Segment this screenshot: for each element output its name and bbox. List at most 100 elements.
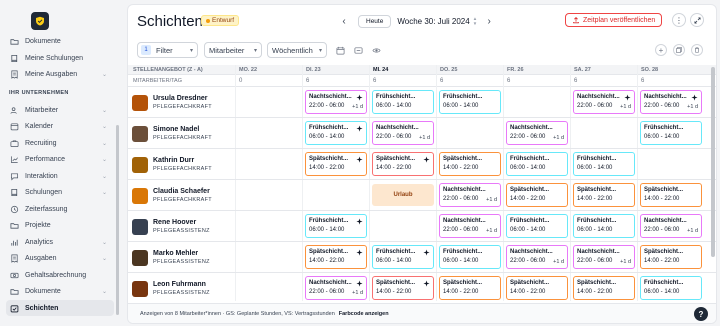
employee-cell[interactable]: Leon Fuhrmann PFLEGEASSISTENZ (132, 280, 210, 297)
sidebar-item-schichten[interactable]: Schichten (6, 300, 114, 316)
sidebar-item-mitarbeiter[interactable]: Mitarbeiter ⌄ (6, 102, 114, 118)
day-header[interactable]: DI. 23 (306, 67, 321, 73)
sidebar-item-gehaltsabrechnung[interactable]: Gehaltsabrechnung (6, 267, 114, 283)
employee-cell[interactable]: Ursula Dresdner PFLEGEFACHKRAFT (132, 94, 212, 111)
shift-card[interactable]: Spätschicht... 14:00 - 22:00 (640, 245, 702, 269)
sidebar-scrollbar[interactable] (116, 125, 119, 315)
shift-card[interactable]: Nachtschicht... 22:00 - 06:00 +1 d (506, 245, 568, 269)
employee-cell[interactable]: Claudia Schaefer PFLEGEFACHKRAFT (132, 187, 212, 204)
shift-card[interactable]: Nachtschicht... 22:00 - 06:00 +1 d (506, 121, 568, 145)
folder-icon (9, 221, 19, 231)
help-button[interactable]: ? (694, 307, 708, 321)
day-header[interactable]: FR. 26 (507, 67, 524, 73)
sidebar-item-ausgaben[interactable]: Ausgaben ⌄ (6, 251, 114, 267)
employee-dropdown[interactable]: Mitarbeiter ▾ (204, 42, 262, 58)
day-header[interactable]: DO. 25 (440, 67, 457, 73)
shift-card[interactable]: Frühschicht... 06:00 - 14:00 (305, 214, 367, 238)
sidebar-item-dokumente[interactable]: Dokumente (6, 33, 114, 49)
shift-card[interactable]: Spätschicht... 14:00 - 22:00 (305, 152, 367, 176)
shift-time: 14:00 - 22:00 (309, 165, 345, 171)
eye-icon[interactable] (369, 43, 383, 57)
shift-card[interactable]: Nachtschicht... 22:00 - 06:00 +1 d (439, 214, 501, 238)
employee-cell[interactable]: Marko Mehler PFLEGEASSISTENZ (132, 249, 210, 266)
shift-card[interactable]: Frühschicht... 06:00 - 14:00 (640, 276, 702, 300)
expand-icon[interactable] (690, 13, 704, 27)
period-dropdown[interactable]: Wöchentlich ▾ (267, 42, 327, 58)
trash-icon[interactable] (691, 44, 703, 56)
grid-scrollbar[interactable] (711, 67, 715, 257)
vacation-block[interactable]: Urlaub (372, 184, 434, 206)
sidebar-item-projekte[interactable]: Projekte (6, 218, 114, 234)
shift-card[interactable]: Spätschicht... 14:00 - 22:00 (506, 183, 568, 207)
shift-name: Spätschicht... (443, 156, 483, 162)
chevron-down-icon: ⌄ (102, 157, 108, 163)
day-header[interactable]: MO. 22 (239, 67, 257, 73)
shift-card[interactable]: Frühschicht... 06:00 - 14:00 (573, 214, 635, 238)
shift-time: 06:00 - 14:00 (309, 227, 345, 233)
chevron-down-icon: ▾ (253, 47, 257, 54)
calendar-view-icon[interactable] (333, 43, 347, 57)
shift-card[interactable]: Frühschicht... 06:00 - 14:00 (506, 152, 568, 176)
filter-button[interactable]: 1 Filter ▾ (137, 42, 198, 58)
sidebar-item-meine-ausgaben[interactable]: Meine Ausgaben ⌄ (6, 66, 114, 82)
sidebar-item-interaktion[interactable]: Interaktion ⌄ (6, 168, 114, 184)
shift-card[interactable]: Nachtschicht... 22:00 - 06:00 +1 d (305, 90, 367, 114)
shift-name: Nachtschicht... (309, 280, 352, 286)
chevron-left-icon[interactable]: ‹ (338, 14, 350, 28)
sidebar-item-recruiting[interactable]: Recruiting ⌄ (6, 135, 114, 151)
sidebar-item-zeiterfassung[interactable]: Zeiterfassung (6, 201, 114, 217)
shift-card[interactable]: Spätschicht... 14:00 - 22:00 (573, 276, 635, 300)
day-header[interactable]: MI. 24 (373, 67, 388, 73)
shift-card[interactable]: Spätschicht... 14:00 - 22:00 (372, 276, 434, 300)
shift-card[interactable]: Frühschicht... 06:00 - 14:00 (372, 90, 434, 114)
shift-name: Nachtschicht... (644, 94, 687, 100)
shift-card[interactable]: Frühschicht... 06:00 - 14:00 (439, 90, 501, 114)
shift-card[interactable]: Frühschicht... 06:00 - 14:00 (573, 152, 635, 176)
employee-cell[interactable]: Rene Hoover PFLEGEASSISTENZ (132, 218, 210, 235)
shift-card[interactable]: Spätschicht... 14:00 - 22:00 (506, 276, 568, 300)
shift-card[interactable]: Nachtschicht... 22:00 - 06:00 +1 d (573, 90, 635, 114)
sort-label[interactable]: STELLENANGEBOT (Z - A) (133, 67, 203, 73)
more-options-icon[interactable]: ⋮ (672, 13, 686, 27)
shift-card[interactable]: Nachtschicht... 22:00 - 06:00 +1 d (439, 183, 501, 207)
shift-card[interactable]: Frühschicht... 06:00 - 14:00 (640, 121, 702, 145)
day-header[interactable]: SO. 28 (641, 67, 658, 73)
color-code-link[interactable]: Farbcode anzeigen (339, 311, 389, 317)
shift-card[interactable]: Nachtschicht... 22:00 - 06:00 +1 d (305, 276, 367, 300)
shift-card[interactable]: Spätschicht... 14:00 - 22:00 (640, 183, 702, 207)
shift-card[interactable]: Frühschicht... 06:00 - 14:00 (305, 121, 367, 145)
sidebar-item-meine-schulungen[interactable]: Meine Schulungen (6, 50, 114, 66)
employee-cell[interactable]: Kathrin Durr PFLEGEFACHKRAFT (132, 156, 212, 173)
template-icon[interactable] (351, 43, 365, 57)
shift-card[interactable]: Spätschicht... 14:00 - 22:00 (372, 152, 434, 176)
app-logo[interactable] (31, 12, 49, 30)
add-icon[interactable]: + (655, 44, 667, 56)
chevron-right-icon[interactable]: › (483, 14, 495, 28)
sidebar-item-kalender[interactable]: Kalender ⌄ (6, 119, 114, 135)
shift-card[interactable]: Frühschicht... 06:00 - 14:00 (372, 245, 434, 269)
sidebar-item-analytics[interactable]: Analytics ⌄ (6, 234, 114, 250)
shift-card[interactable]: Spätschicht... 14:00 - 22:00 (573, 183, 635, 207)
sidebar-item-schulungen[interactable]: Schulungen ⌄ (6, 185, 114, 201)
shift-card[interactable]: Spätschicht... 14:00 - 22:00 (439, 276, 501, 300)
day-header[interactable]: SA. 27 (574, 67, 591, 73)
shift-card[interactable]: Spätschicht... 14:00 - 22:00 (439, 152, 501, 176)
sidebar-item-performance[interactable]: Performance ⌄ (6, 152, 114, 168)
shift-card[interactable]: Nachtschicht... 22:00 - 06:00 +1 d (573, 245, 635, 269)
shift-card[interactable]: Frühschicht... 06:00 - 14:00 (439, 245, 501, 269)
shift-card[interactable]: Spätschicht... 14:00 - 22:00 (305, 245, 367, 269)
employee-cell[interactable]: Simone Nadel PFLEGEFACHKRAFT (132, 125, 212, 142)
shift-card[interactable]: Nachtschicht... 22:00 - 06:00 +1 d (640, 214, 702, 238)
shift-card[interactable]: Nachtschicht... 22:00 - 06:00 +1 d (640, 90, 702, 114)
employee-name: Simone Nadel (153, 126, 200, 133)
week-stepper-icon[interactable]: ▲ ▼ (473, 16, 477, 26)
shift-card[interactable]: Nachtschicht... 22:00 - 06:00 +1 d (372, 121, 434, 145)
today-button[interactable]: Heute (358, 14, 392, 28)
sidebar-item-label: Dokumente (25, 288, 61, 295)
publish-schedule-button[interactable]: Zeitplan veröffentlichen (565, 13, 663, 27)
sidebar-item-dokumente[interactable]: Dokumente ⌄ (6, 284, 114, 300)
copy-icon[interactable] (673, 44, 685, 56)
week-label[interactable]: Woche 30: Juli 2024 (397, 17, 469, 26)
shift-time: 14:00 - 22:00 (577, 196, 613, 202)
shift-card[interactable]: Frühschicht... 06:00 - 14:00 (506, 214, 568, 238)
